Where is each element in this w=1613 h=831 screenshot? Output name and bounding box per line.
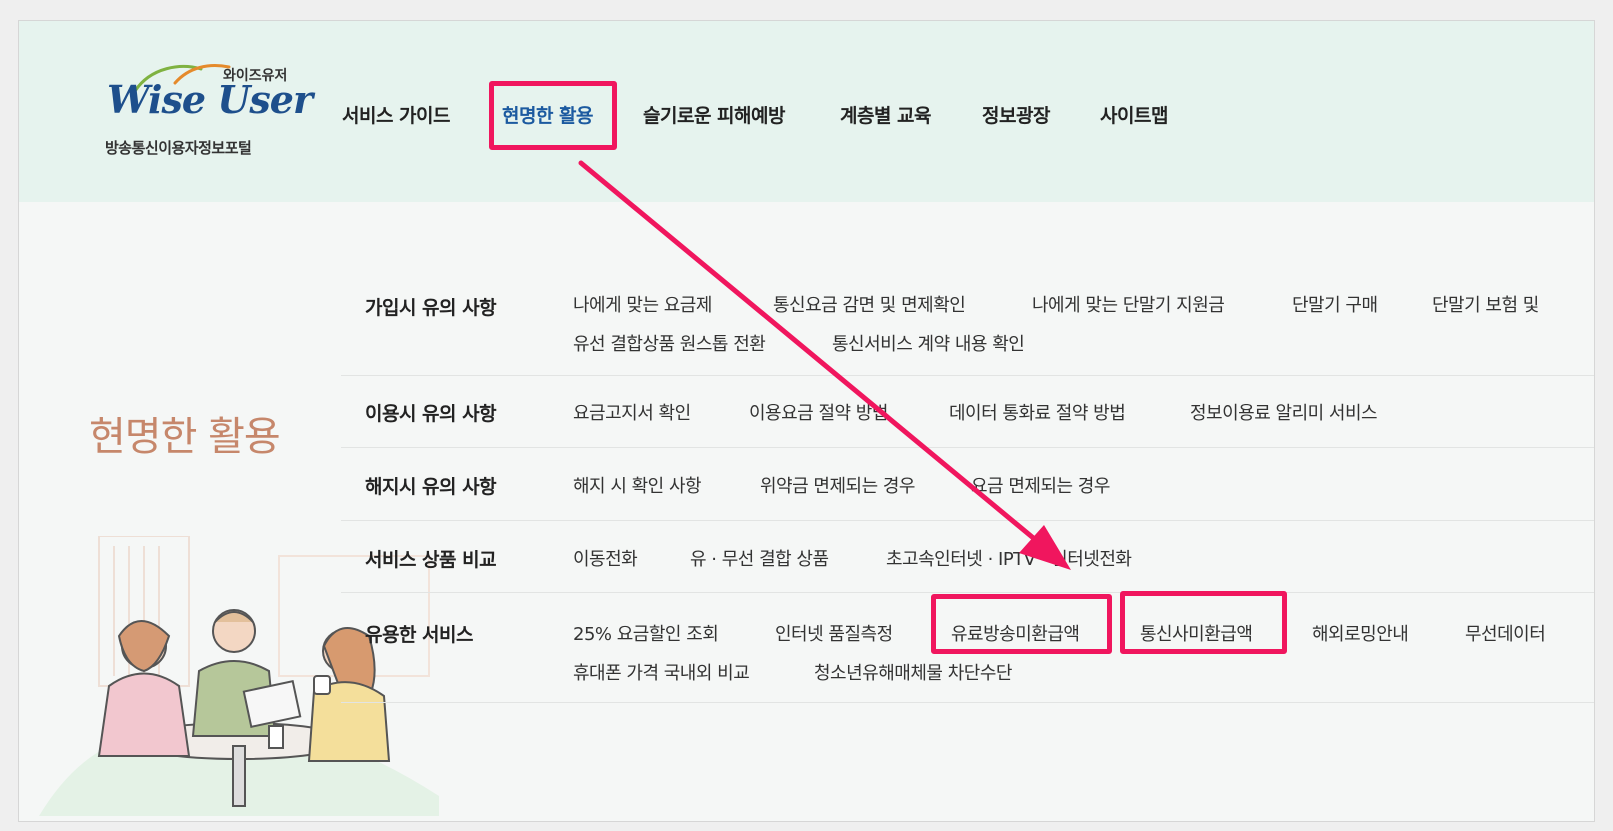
page-frame: 와이즈유저 Wise User 방송통신이용자정보포털 서비스 가이드 현명한 … [18, 20, 1595, 822]
nav-info-plaza[interactable]: 정보광장 [982, 101, 1050, 128]
menu-link[interactable]: 통신서비스 계약 내용 확인 [832, 330, 1025, 356]
menu-link[interactable]: 나에게 맞는 단말기 지원금 [1032, 291, 1225, 317]
menu-link[interactable]: 단말기 보험 및 [1432, 291, 1539, 317]
menu-link[interactable]: 유선 결합상품 원스톱 전환 [573, 330, 766, 356]
site-header: 와이즈유저 Wise User 방송통신이용자정보포털 서비스 가이드 현명한 … [19, 21, 1594, 202]
menu-link[interactable]: 이동전화 [573, 545, 638, 571]
menu-link-paid-broadcast-refund[interactable]: 유료방송미환급액 [951, 620, 1080, 646]
menu-link[interactable]: 통신요금 감면 및 면제확인 [773, 291, 966, 317]
nav-education[interactable]: 계층별 교육 [840, 101, 932, 128]
menu-link[interactable]: 요금 면제되는 경우 [971, 472, 1110, 498]
menu-link[interactable]: 무선데이터 [1465, 620, 1546, 646]
main-nav: 서비스 가이드 현명한 활용 슬기로운 피해예방 계층별 교육 정보광장 사이트… [19, 21, 1594, 202]
menu-row-usage: 이용시 유의 사항 요금고지서 확인 이용요금 절약 방법 데이터 통화료 절약… [341, 376, 1594, 448]
menu-link[interactable]: 요금고지서 확인 [573, 399, 691, 425]
menu-link[interactable]: 단말기 구매 [1292, 291, 1378, 317]
menu-link-telecom-refund[interactable]: 통신사미환급액 [1140, 620, 1253, 646]
menu-link[interactable]: 정보이용료 알리미 서비스 [1190, 399, 1378, 425]
nav-smart-usage[interactable]: 현명한 활용 [502, 101, 594, 128]
menu-link[interactable]: 초고속인터넷 · IPTV · 인터넷전화 [886, 545, 1132, 571]
nav-service-guide[interactable]: 서비스 가이드 [342, 101, 451, 128]
nav-damage-prevention[interactable]: 슬기로운 피해예방 [643, 101, 785, 128]
menu-link[interactable]: 해외로밍안내 [1312, 620, 1409, 646]
menu-link[interactable]: 유 · 무선 결합 상품 [690, 545, 829, 571]
row-label: 서비스 상품 비교 [365, 549, 497, 571]
menu-row-cancel: 해지시 유의 사항 해지 시 확인 사항 위약금 면제되는 경우 요금 면제되는… [341, 448, 1594, 521]
menu-link[interactable]: 청소년유해매체물 차단수단 [814, 659, 1012, 685]
menu-link[interactable]: 데이터 통화료 절약 방법 [949, 399, 1126, 425]
menu-row-compare: 서비스 상품 비교 이동전화 유 · 무선 결합 상품 초고속인터넷 · IPT… [341, 521, 1594, 593]
row-label: 해지시 유의 사항 [365, 476, 497, 498]
menu-link[interactable]: 25% 요금할인 조회 [573, 620, 719, 646]
menu-link[interactable]: 인터넷 품질측정 [775, 620, 893, 646]
menu-link[interactable]: 위약금 면제되는 경우 [760, 472, 915, 498]
menu-link[interactable]: 나에게 맞는 요금제 [573, 291, 712, 317]
section-title: 현명한 활용 [89, 414, 281, 460]
row-label: 가입시 유의 사항 [365, 297, 497, 319]
row-label: 이용시 유의 사항 [365, 403, 497, 425]
nav-sitemap[interactable]: 사이트맵 [1100, 101, 1168, 128]
menu-link[interactable]: 이용요금 절약 방법 [749, 399, 888, 425]
row-label: 유용한 서비스 [365, 624, 474, 646]
menu-row-useful: 유용한 서비스 25% 요금할인 조회 인터넷 품질측정 유료방송미환급액 통신… [341, 593, 1594, 703]
menu-link[interactable]: 휴대폰 가격 국내외 비교 [573, 659, 750, 685]
menu-row-signup: 가입시 유의 사항 나에게 맞는 요금제 통신요금 감면 및 면제확인 나에게 … [341, 265, 1594, 376]
menu-link[interactable]: 해지 시 확인 사항 [573, 472, 702, 498]
